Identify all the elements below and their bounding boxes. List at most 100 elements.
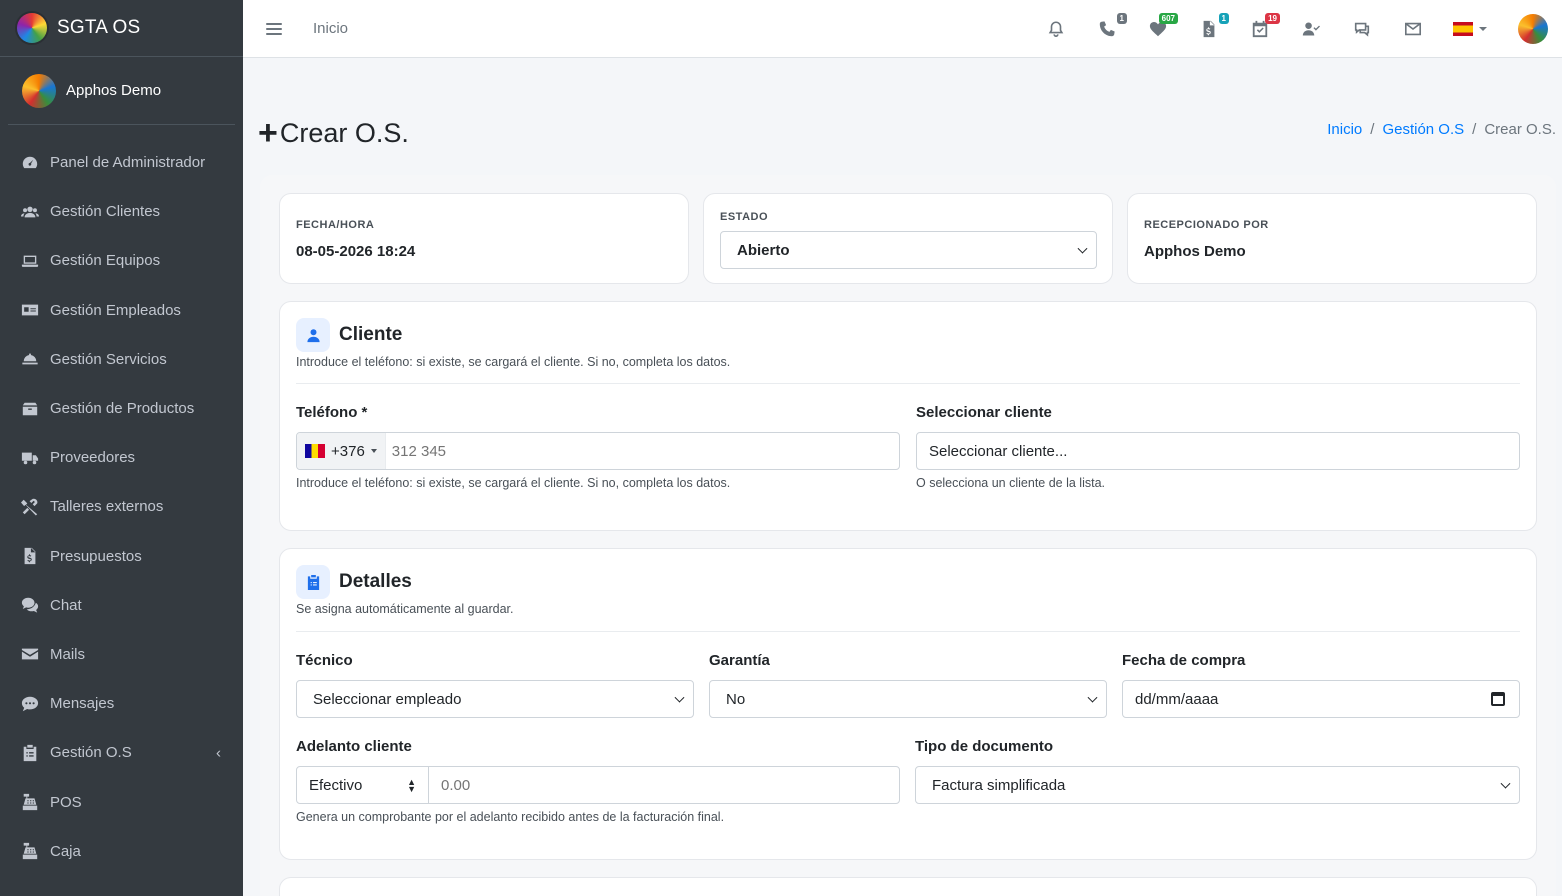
sort-icon: ▲ ▼ xyxy=(407,777,416,794)
dial-code: +376 xyxy=(331,442,365,460)
chevron-down-icon xyxy=(1500,778,1511,789)
language-selector[interactable] xyxy=(1453,22,1487,36)
recepcionado-value: Apphos Demo xyxy=(1144,243,1246,260)
cliente-card: Cliente Introduce el teléfono: si existe… xyxy=(279,301,1537,531)
garantia-label: Garantía xyxy=(709,652,770,669)
navbar-right: 1 607 1 19 xyxy=(1045,0,1562,58)
sidebar-item-gestion-productos[interactable]: Gestión de Productos xyxy=(0,384,243,433)
page-title: + Crear O.S. xyxy=(258,116,409,150)
andorra-flag-icon xyxy=(305,444,325,458)
estado-select[interactable]: Abierto xyxy=(720,231,1097,269)
sidebar-item-pos[interactable]: POS xyxy=(0,777,243,826)
telefono-input[interactable] xyxy=(391,442,892,460)
user-avatar[interactable] xyxy=(1518,14,1548,44)
tipo-documento-label: Tipo de documento xyxy=(915,738,1054,755)
brand-logo xyxy=(17,13,47,43)
comment-dots-icon xyxy=(20,695,40,713)
sidebar-item-label: Presupuestos xyxy=(50,547,142,565)
file-invoice-dollar-icon[interactable]: 1 xyxy=(1198,13,1229,40)
detalles-subtitle: Se asigna automáticamente al guardar. xyxy=(296,602,514,616)
user-name: Apphos Demo xyxy=(66,82,162,99)
user-check-icon[interactable] xyxy=(1300,18,1322,40)
phone-icon[interactable]: 1 xyxy=(1096,13,1127,40)
breadcrumb-gestion-os[interactable]: Gestión O.S xyxy=(1382,121,1464,138)
tools-icon xyxy=(20,498,40,516)
sidebar-item-label: POS xyxy=(50,793,82,811)
seleccionar-cliente-label: Seleccionar cliente xyxy=(916,404,1052,421)
sidebar-item-gestion-servicios[interactable]: Gestión Servicios xyxy=(0,335,243,384)
truck-icon xyxy=(20,449,40,467)
bell-icon[interactable] xyxy=(1045,18,1067,40)
brand-link[interactable]: SGTA OS xyxy=(0,0,243,57)
sidebar: SGTA OS Apphos Demo Panel de Administrad… xyxy=(0,0,243,896)
fecha-compra-label: Fecha de compra xyxy=(1122,652,1246,669)
tasks-badge: 19 xyxy=(1265,13,1280,24)
tecnico-select[interactable]: Seleccionar empleado xyxy=(296,680,694,718)
breadcrumb-inicio[interactable]: Inicio xyxy=(1327,121,1362,138)
sidebar-item-gestion-equipos[interactable]: Gestión Equipos xyxy=(0,236,243,285)
cliente-title: Cliente xyxy=(339,324,403,345)
cash-register-icon xyxy=(20,793,40,811)
divider xyxy=(296,383,1520,384)
os-form-card: FECHA/HORA 08-05-2026 18:24 ESTADO Abier… xyxy=(260,175,1556,896)
laptop-icon xyxy=(20,252,40,270)
chevron-down-icon xyxy=(1087,692,1098,703)
telefono-field: +376 xyxy=(296,432,900,470)
file-invoice-dollar-icon xyxy=(20,547,40,565)
calendar-check-icon[interactable]: 19 xyxy=(1249,13,1280,40)
estado-label: ESTADO xyxy=(720,211,769,223)
adelanto-metodo-select[interactable]: Efectivo ▲ ▼ xyxy=(296,766,429,804)
box-icon xyxy=(20,400,40,418)
detalles-header: Detalles xyxy=(296,565,412,599)
estado-card: ESTADO Abierto xyxy=(703,193,1113,284)
sidebar-item-mails[interactable]: Mails xyxy=(0,630,243,679)
telefono-help: Introduce el teléfono: si existe, se car… xyxy=(296,476,731,490)
sidebar-item-gestion-clientes[interactable]: Gestión Clientes xyxy=(0,187,243,236)
user-panel[interactable]: Apphos Demo xyxy=(8,57,235,125)
next-section-card xyxy=(279,877,1537,896)
sidebar-item-label: Gestión de Productos xyxy=(50,400,195,418)
invoice-badge: 1 xyxy=(1218,13,1229,24)
plus-icon: + xyxy=(258,114,278,152)
nav-home-link[interactable]: Inicio xyxy=(313,20,348,37)
heart-icon[interactable]: 607 xyxy=(1147,13,1178,40)
sidebar-item-gestion-os[interactable]: Gestión O.S ‹ xyxy=(0,728,243,777)
calendar-icon[interactable] xyxy=(1491,692,1505,706)
sidebar-item-talleres-externos[interactable]: Talleres externos xyxy=(0,482,243,531)
comments-icon[interactable] xyxy=(1351,18,1373,40)
chevron-down-icon xyxy=(1077,243,1088,254)
page-title-text: Crear O.S. xyxy=(279,117,409,148)
spain-flag-icon xyxy=(1453,22,1473,36)
clipboard-list-icon xyxy=(20,744,40,762)
garantia-select[interactable]: No xyxy=(709,680,1107,718)
country-code-selector[interactable]: +376 xyxy=(297,433,386,469)
id-card-icon xyxy=(20,301,40,319)
brand-text: SGTA OS xyxy=(57,17,141,38)
envelope-icon[interactable] xyxy=(1402,18,1424,40)
adelanto-amount-input[interactable] xyxy=(441,776,881,794)
seleccionar-cliente-select[interactable]: Seleccionar cliente... xyxy=(916,432,1520,470)
cash-register-icon xyxy=(20,842,40,860)
sidebar-item-panel-administrador[interactable]: Panel de Administrador xyxy=(0,138,243,187)
fecha-compra-input[interactable]: dd/mm/aaaa xyxy=(1122,680,1520,718)
hamburger-menu-icon[interactable] xyxy=(266,22,282,35)
sidebar-item-label: Panel de Administrador xyxy=(50,154,206,172)
sidebar-item-label: Talleres externos xyxy=(50,498,164,516)
adelanto-amount-field xyxy=(428,766,900,804)
detalles-card: Detalles Se asigna automáticamente al gu… xyxy=(279,548,1537,860)
sidebar-item-caja[interactable]: Caja xyxy=(0,827,243,876)
tecnico-label: Técnico xyxy=(296,652,353,669)
sidebar-item-mensajes[interactable]: Mensajes xyxy=(0,679,243,728)
sidebar-item-chat[interactable]: Chat xyxy=(0,581,243,630)
sidebar-item-label: Mensajes xyxy=(50,695,115,713)
clipboard-list-icon xyxy=(296,565,330,599)
sidebar-item-gestion-empleados[interactable]: Gestión Empleados xyxy=(0,286,243,335)
fecha-label: FECHA/HORA xyxy=(296,219,375,231)
sidebar-item-presupuestos[interactable]: Presupuestos xyxy=(0,532,243,581)
chevron-down-icon xyxy=(674,692,685,703)
sidebar-item-proveedores[interactable]: Proveedores xyxy=(0,433,243,482)
breadcrumb-current: Crear O.S. xyxy=(1484,121,1556,138)
tipo-documento-select[interactable]: Factura simplificada xyxy=(915,766,1520,804)
divider xyxy=(296,631,1520,632)
cliente-subtitle: Introduce el teléfono: si existe, se car… xyxy=(296,355,731,369)
